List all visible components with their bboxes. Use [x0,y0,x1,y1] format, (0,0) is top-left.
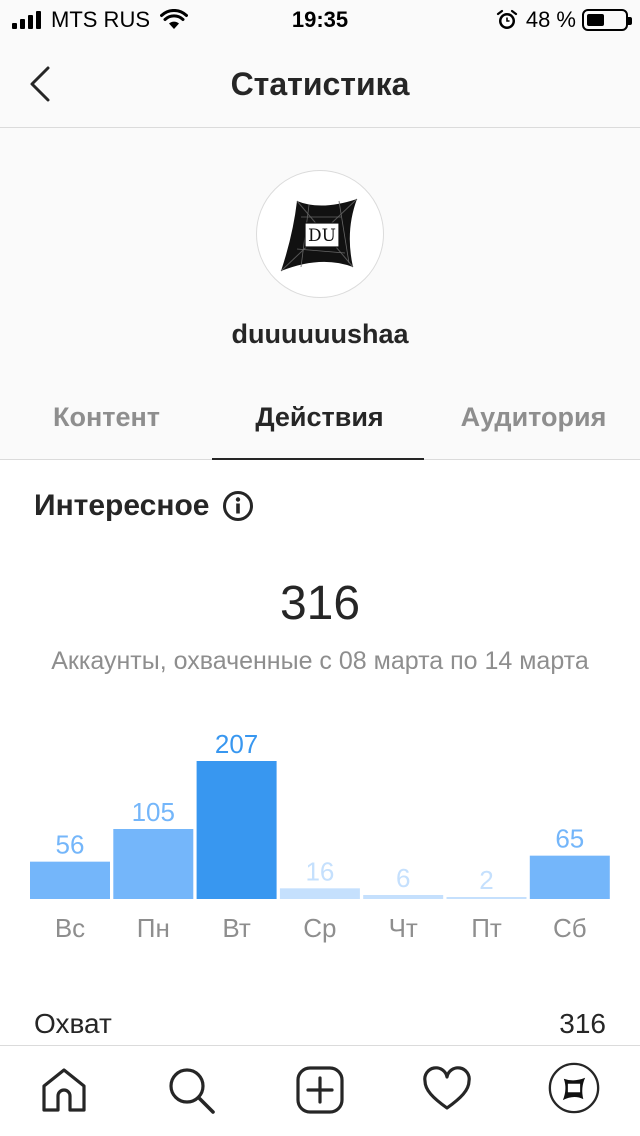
bar-value-label-2: 207 [215,729,258,759]
day-label-0: Вс [55,913,85,943]
bar-value-label-6: 65 [555,824,584,854]
heart-icon [423,1066,471,1110]
day-label-2: Вт [222,913,250,943]
stats-tabs: Контент Действия Аудитория [0,386,640,460]
tab-audience[interactable]: Аудитория [427,402,640,433]
bar-4[interactable] [363,895,444,899]
battery-percentage: 48 % [525,7,576,32]
search-tab[interactable] [165,1064,217,1116]
profile-avatar-icon [548,1062,600,1114]
daily-reach-bar-chart: 56 Вс 105 Пн 207 Вт 16 Ср 6 Чт 2 Пт 65 Сб [30,729,610,943]
accounts-reached-caption: Аккаунты, охваченные с 08 марта по 14 ма… [51,647,589,675]
username: duuuuuushaa [231,319,409,349]
bar-5[interactable] [446,897,527,899]
info-icon[interactable] [222,490,254,522]
status-bar: MTS RUS 19:35 48 % [0,0,640,40]
reach-label: Охват [34,1008,112,1039]
day-label-4: Чт [389,913,418,943]
day-label-5: Пт [471,913,502,943]
home-tab[interactable] [38,1064,90,1116]
accounts-reached-total: 316 [279,577,361,630]
bar-value-label-3: 16 [305,856,334,886]
tab-content[interactable]: Контент [0,402,213,433]
day-label-3: Ср [303,913,336,943]
bar-6[interactable] [529,855,610,899]
new-post-tab[interactable] [294,1064,346,1116]
bar-3[interactable] [279,888,360,899]
bar-1[interactable] [113,829,194,899]
navigation-header: Статистика [0,40,640,128]
bar-value-label-0: 56 [56,830,85,860]
bar-value-label-4: 6 [396,863,410,893]
activity-tab[interactable] [421,1064,473,1116]
tab-actions[interactable]: Действия [213,402,426,433]
avatar: DU [256,170,384,298]
bar-2[interactable] [196,761,277,899]
active-tab-indicator [212,458,424,460]
bar-value-label-1: 105 [132,797,175,827]
search-icon [169,1068,215,1114]
home-icon [42,1068,86,1112]
bar-0[interactable] [30,861,110,899]
new-post-icon [296,1066,344,1114]
reach-value: 316 [559,1008,606,1039]
day-label-1: Пн [137,913,170,943]
avatar-text: DU [308,226,336,246]
page-title: Статистика [230,66,410,102]
logo-icon: DU [280,198,358,272]
section-title-text: Интересное [34,489,210,522]
bar-value-label-5: 2 [479,865,493,895]
day-label-6: Сб [553,913,587,943]
profile-tab[interactable] [548,1062,604,1118]
battery-icon [582,9,632,31]
alarm-icon [496,9,517,29]
section-title: Интересное [34,489,254,523]
bottom-tab-bar [0,1045,640,1136]
